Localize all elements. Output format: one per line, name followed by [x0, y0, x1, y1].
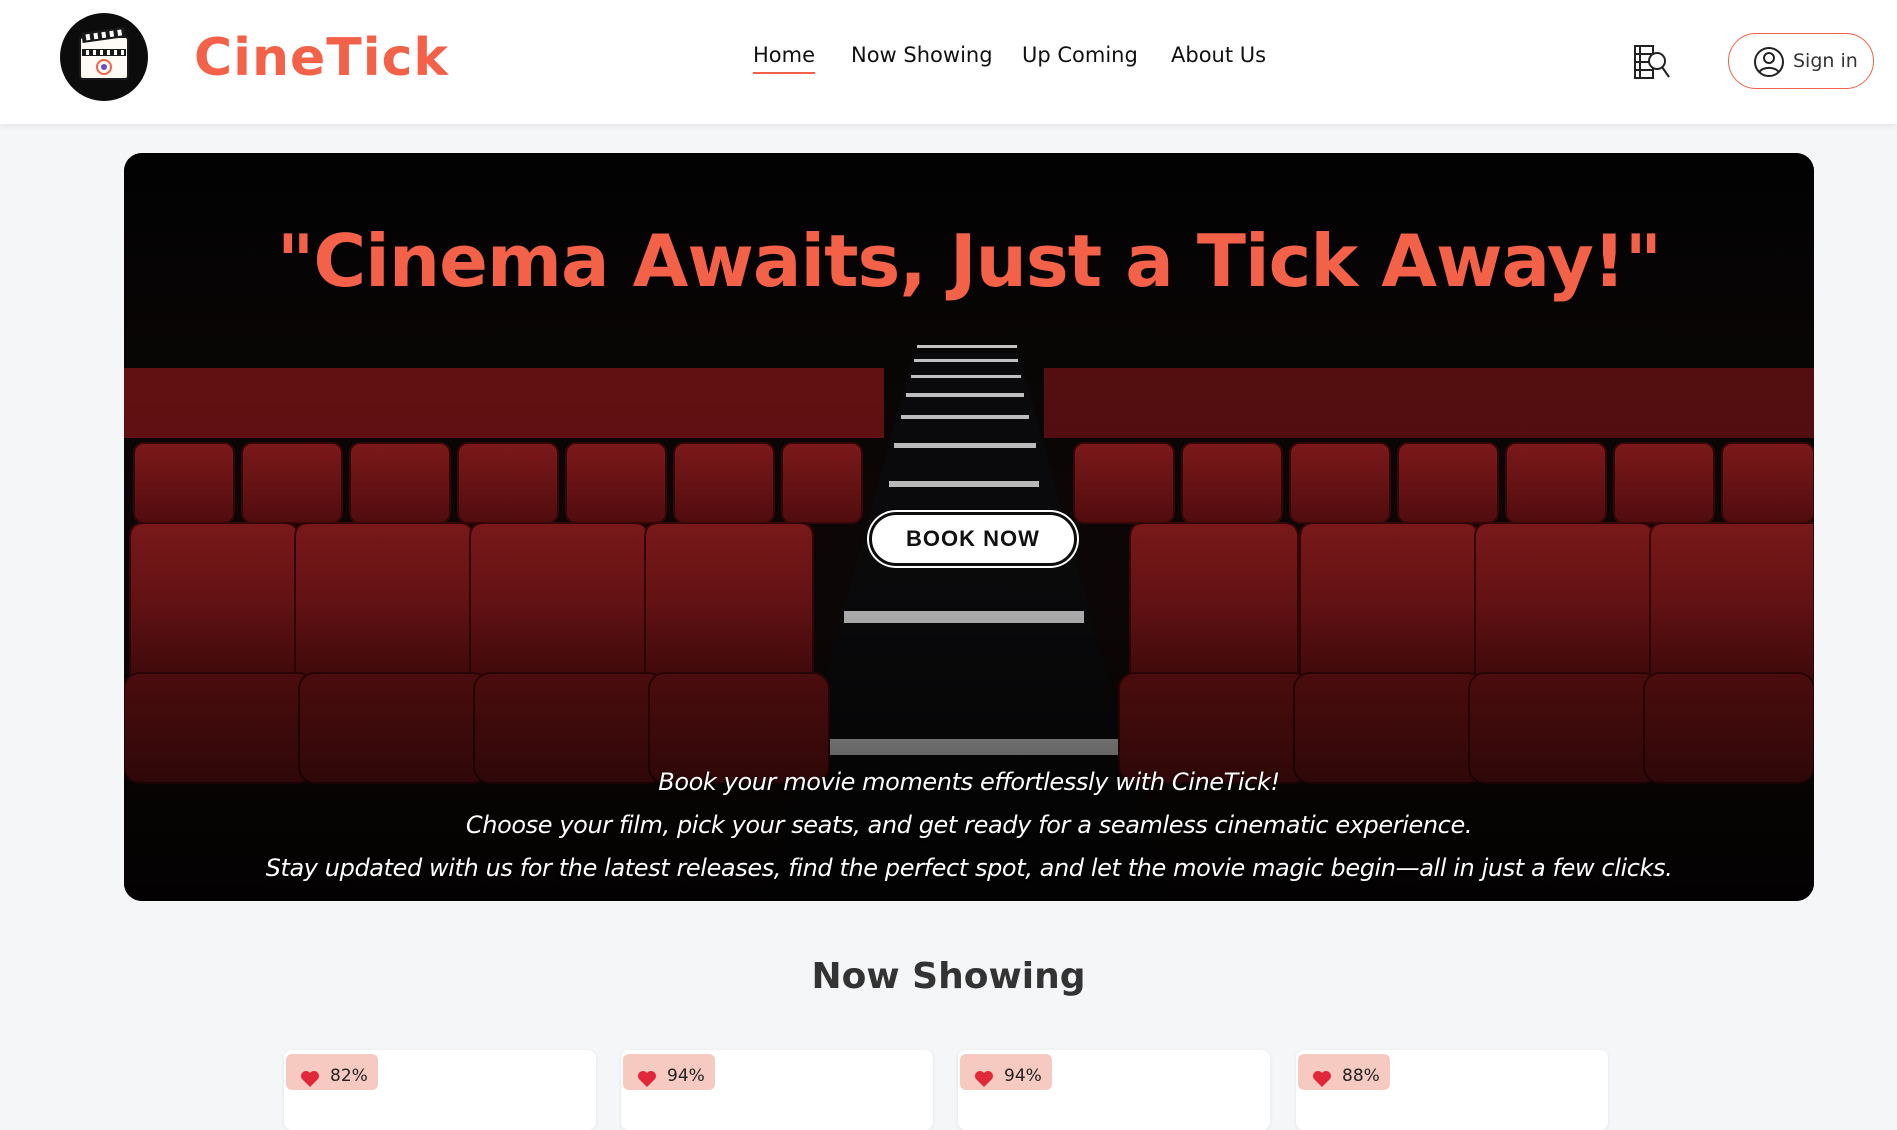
heart-icon	[638, 1071, 656, 1087]
hero-banner: "Cinema Awaits, Just a Tick Away!" BOOK …	[124, 153, 1814, 901]
brand-name[interactable]: CineTick	[194, 26, 449, 90]
top-navbar: CineTick Home Now Showing Up Coming Abou…	[0, 0, 1897, 124]
logo-clapperboard-icon[interactable]	[60, 13, 148, 101]
hero-line-3: Stay updated with us for the latest rele…	[265, 854, 1673, 882]
sign-in-label: Sign in	[1793, 50, 1858, 72]
rating-value: 82%	[330, 1066, 368, 1086]
rating-badge: 88%	[1298, 1054, 1390, 1090]
rating-value: 88%	[1342, 1066, 1380, 1086]
heart-icon	[301, 1071, 319, 1087]
rating-value: 94%	[1004, 1066, 1042, 1086]
movie-card[interactable]: 82%	[284, 1050, 596, 1130]
sign-in-button[interactable]: Sign in	[1728, 33, 1874, 89]
book-now-button[interactable]: BOOK NOW	[869, 512, 1077, 566]
hero-title: "Cinema Awaits, Just a Tick Away!"	[276, 219, 1662, 304]
hero-line-1: Book your movie moments effortlessly wit…	[658, 768, 1280, 796]
user-circle-icon	[1754, 47, 1784, 77]
nav-about-us[interactable]: About Us	[1171, 40, 1266, 70]
nav-now-showing[interactable]: Now Showing	[851, 40, 993, 70]
movie-card[interactable]: 88%	[1296, 1050, 1608, 1130]
nav-home[interactable]: Home	[753, 40, 816, 74]
movie-card[interactable]: 94%	[621, 1050, 933, 1130]
rating-badge: 94%	[960, 1054, 1052, 1090]
movie-card[interactable]: 94%	[958, 1050, 1270, 1130]
film-search-icon[interactable]	[1632, 42, 1672, 87]
rating-badge: 94%	[623, 1054, 715, 1090]
rating-value: 94%	[667, 1066, 705, 1086]
nav-up-coming[interactable]: Up Coming	[1022, 40, 1138, 70]
hero-line-2: Choose your film, pick your seats, and g…	[465, 811, 1473, 839]
heart-icon	[975, 1071, 993, 1087]
rating-badge: 82%	[286, 1054, 378, 1090]
now-showing-title: Now Showing	[811, 956, 1086, 997]
heart-icon	[1313, 1071, 1331, 1087]
